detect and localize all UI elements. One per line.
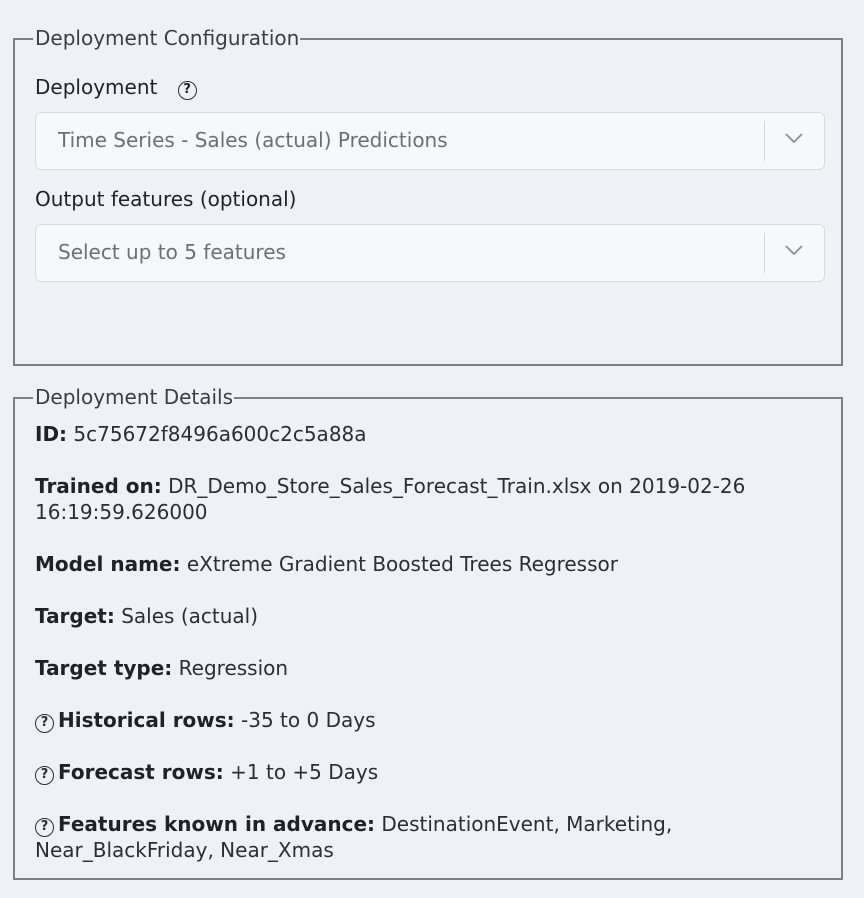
detail-id-value: 5c75672f8496a600c2c5a88a [73,422,367,446]
detail-target-type-value: Regression [178,656,289,680]
detail-known-key: Features known in advance: [58,812,376,836]
select-divider [764,121,765,161]
help-icon[interactable]: ? [177,81,197,100]
deployment-select-value: Time Series - Sales (actual) Predictions [58,128,448,152]
detail-target-type-key: Target type: [35,656,173,680]
output-features-label: Output features (optional) [35,187,297,211]
detail-trained-on: Trained on: DR_Demo_Store_Sales_Forecast… [35,473,815,525]
detail-trained-key: Trained on: [35,474,162,498]
deployment-configuration-panel: Deployment Configuration Deployment ? Ti… [13,25,843,366]
detail-target-value: Sales (actual) [121,604,259,628]
detail-forecast-key: Forecast rows: [58,760,224,784]
help-icon[interactable]: ? [35,714,54,733]
output-features-placeholder: Select up to 5 features [58,240,286,264]
deployment-details-legend: Deployment Details [33,384,235,410]
detail-forecast-value: +1 to +5 Days [230,760,379,784]
detail-forecast-rows: ? Forecast rows: +1 to +5 Days [35,759,815,785]
help-icon[interactable]: ? [35,818,54,837]
output-features-select[interactable]: Select up to 5 features [35,224,825,282]
deployment-select[interactable]: Time Series - Sales (actual) Predictions [35,112,825,170]
detail-model-name: Model name: eXtreme Gradient Boosted Tre… [35,551,815,577]
detail-id-key: ID: [35,422,68,446]
detail-target: Target: Sales (actual) [35,603,815,629]
deployment-label-row: Deployment ? [35,74,197,100]
detail-target-type: Target type: Regression [35,655,815,681]
help-icon[interactable]: ? [35,766,54,785]
detail-historical-value: -35 to 0 Days [241,708,376,732]
deployment-label: Deployment [35,75,158,99]
detail-model-key: Model name: [35,552,181,576]
detail-model-value: eXtreme Gradient Boosted Trees Regressor [186,552,618,576]
detail-historical-key: Historical rows: [58,708,235,732]
detail-target-key: Target: [35,604,115,628]
select-divider [764,233,765,273]
deployment-details-panel: Deployment Details ID: 5c75672f8496a600c… [13,384,843,880]
chevron-down-icon[interactable] [784,132,804,144]
deployment-configuration-legend: Deployment Configuration [33,25,301,51]
detail-id: ID: 5c75672f8496a600c2c5a88a [35,421,815,447]
detail-historical-rows: ? Historical rows: -35 to 0 Days [35,707,815,733]
detail-known-in-advance: ? Features known in advance: DestinationE… [35,811,815,863]
chevron-down-icon[interactable] [784,244,804,256]
